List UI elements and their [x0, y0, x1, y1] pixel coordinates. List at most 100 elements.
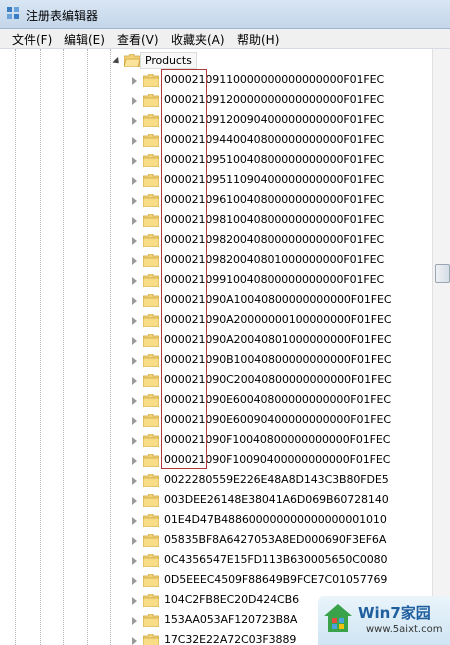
tree-node[interactable]: 01E4D47B488600000000000000001010	[0, 511, 432, 531]
folder-icon	[143, 614, 159, 627]
folder-open-icon	[124, 54, 140, 67]
menu-edit[interactable]: 编辑(E)	[62, 31, 107, 48]
tree-node[interactable]: 000021090E60090400000000000F01FEC	[0, 411, 432, 431]
vertical-scrollbar[interactable]	[432, 49, 450, 645]
tree-node[interactable]: 00002109510040800000000000F01FEC	[0, 151, 432, 171]
tree-node[interactable]: 000021090A10040800000000000F01FEC	[0, 291, 432, 311]
tree-node[interactable]: 000021090C20040800000000000F01FEC	[0, 371, 432, 391]
expand-arrow-icon[interactable]	[132, 597, 137, 605]
expand-arrow-icon[interactable]	[132, 477, 137, 485]
tree-node-label: 000021090E60040800000000000F01FEC	[164, 393, 391, 406]
folder-icon	[143, 394, 159, 407]
expand-arrow-icon[interactable]	[132, 277, 137, 285]
expand-arrow-icon[interactable]	[132, 97, 137, 105]
tree-node-label: 00002109810040800000000000F01FEC	[164, 213, 385, 226]
scroll-thumb[interactable]	[435, 264, 450, 283]
tree-node[interactable]: 00002109810040800000000000F01FEC	[0, 211, 432, 231]
tree-node[interactable]: 0D5EEEC4509F88649B9FCE7C01057769	[0, 571, 432, 591]
tree-node-label: 00002109120000000000000000F01FEC	[164, 93, 385, 106]
expand-arrow-icon[interactable]	[132, 177, 137, 185]
folder-icon	[143, 414, 159, 427]
watermark-url: www.5aixt.com	[366, 624, 443, 635]
tree-node-label: 0022280559E226E48A8D143C3B80FDE5	[164, 473, 389, 486]
tree-node[interactable]: 003DEE26148E38041A6D069B60728140	[0, 491, 432, 511]
tree-node[interactable]: 00002109110000000000000000F01FEC	[0, 71, 432, 91]
expand-arrow-icon[interactable]	[132, 217, 137, 225]
expand-arrow-icon[interactable]	[132, 137, 137, 145]
expand-arrow-icon[interactable]	[132, 317, 137, 325]
watermark-badge: Win7家园 www.5aixt.com	[318, 596, 450, 645]
expand-arrow-icon[interactable]	[132, 377, 137, 385]
tree-node[interactable]: 00002109820040801000000000F01FEC	[0, 251, 432, 271]
tree-node[interactable]: 05835BF8A6427053A8ED000690F3EF6A	[0, 531, 432, 551]
window-title: 注册表编辑器	[26, 9, 99, 23]
expand-arrow-icon[interactable]	[132, 257, 137, 265]
tree-node-label: 01E4D47B488600000000000000001010	[164, 513, 387, 526]
folder-icon	[143, 154, 159, 167]
menu-help[interactable]: 帮助(H)	[235, 31, 281, 48]
tree-node[interactable]: 00002109610040800000000000F01FEC	[0, 191, 432, 211]
folder-icon	[143, 494, 159, 507]
tree-node-label: 000021090B10040800000000000F01FEC	[164, 353, 392, 366]
expand-arrow-icon[interactable]	[132, 337, 137, 345]
tree-node[interactable]: 00002109511090400000000000F01FEC	[0, 171, 432, 191]
tree-node-label: 0D5EEEC4509F88649B9FCE7C01057769	[164, 573, 388, 586]
folder-icon	[143, 354, 159, 367]
tree-node-label: 000021090F10090400000000000F01FEC	[164, 453, 391, 466]
menu-view[interactable]: 查看(V)	[115, 31, 161, 48]
tree-node-label: 000021090A20000000100000000F01FEC	[164, 313, 392, 326]
expand-arrow-icon[interactable]	[132, 617, 137, 625]
folder-icon	[143, 94, 159, 107]
expand-arrow-icon[interactable]	[132, 397, 137, 405]
expand-arrow-icon[interactable]	[132, 457, 137, 465]
folder-icon	[143, 434, 159, 447]
folder-icon	[143, 634, 159, 645]
expand-arrow-icon[interactable]	[132, 577, 137, 585]
win7-logo-icon	[324, 604, 352, 632]
tree-node[interactable]: 0022280559E226E48A8D143C3B80FDE5	[0, 471, 432, 491]
expand-arrow-icon[interactable]	[132, 557, 137, 565]
expand-arrow-icon[interactable]	[132, 417, 137, 425]
expand-arrow-icon[interactable]	[132, 437, 137, 445]
tree-node[interactable]: 000021090F10040800000000000F01FEC	[0, 431, 432, 451]
tree-node[interactable]: 0C4356547E15FD113B630005650C0080	[0, 551, 432, 571]
collapse-arrow-icon[interactable]	[112, 56, 122, 67]
tree-node-label: 000021090F10040800000000000F01FEC	[164, 433, 391, 446]
expand-arrow-icon[interactable]	[132, 517, 137, 525]
expand-arrow-icon[interactable]	[132, 497, 137, 505]
tree-node-products[interactable]: Products	[0, 51, 432, 71]
tree-node[interactable]: 00002109120090400000000000F01FEC	[0, 111, 432, 131]
tree-node[interactable]: 00002109120000000000000000F01FEC	[0, 91, 432, 111]
expand-arrow-icon[interactable]	[132, 637, 137, 645]
expand-arrow-icon[interactable]	[132, 357, 137, 365]
tree-node-label: 00002109511090400000000000F01FEC	[164, 173, 385, 186]
tree-node-label: 104C2FB8EC20D424CB6	[164, 593, 299, 606]
tree-node-label: 000021090A10040800000000000F01FEC	[164, 293, 392, 306]
folder-icon	[143, 594, 159, 607]
tree-node[interactable]: 00002109820040800000000000F01FEC	[0, 231, 432, 251]
tree-node[interactable]: 000021090A20000000100000000F01FEC	[0, 311, 432, 331]
expand-arrow-icon[interactable]	[132, 297, 137, 305]
tree-node[interactable]: 00002109910040800000000000F01FEC	[0, 271, 432, 291]
folder-icon	[143, 514, 159, 527]
tree-node[interactable]: 000021090F10090400000000000F01FEC	[0, 451, 432, 471]
expand-arrow-icon[interactable]	[132, 237, 137, 245]
tree-node[interactable]: 00002109440040800000000000F01FEC	[0, 131, 432, 151]
tree-node[interactable]: 000021090B10040800000000000F01FEC	[0, 351, 432, 371]
tree-node-label: 00002109820040800000000000F01FEC	[164, 233, 385, 246]
expand-arrow-icon[interactable]	[132, 197, 137, 205]
expand-arrow-icon[interactable]	[132, 77, 137, 85]
expand-arrow-icon[interactable]	[132, 537, 137, 545]
tree-node[interactable]: 000021090A20040801000000000F01FEC	[0, 331, 432, 351]
expand-arrow-icon[interactable]	[132, 117, 137, 125]
tree-node[interactable]: 000021090E60040800000000000F01FEC	[0, 391, 432, 411]
registry-tree-pane[interactable]: Products 00002109110000000000000000F01FE…	[0, 49, 432, 645]
menu-favorites[interactable]: 收藏夹(A)	[169, 31, 227, 48]
registry-editor-icon	[7, 7, 19, 19]
tree-node-label: 0C4356547E15FD113B630005650C0080	[164, 553, 388, 566]
expand-arrow-icon[interactable]	[132, 157, 137, 165]
tree-node-label: 003DEE26148E38041A6D069B60728140	[164, 493, 389, 506]
tree-node-label: 000021090C20040800000000000F01FEC	[164, 373, 392, 386]
menu-file[interactable]: 文件(F)	[10, 31, 54, 48]
folder-icon	[143, 194, 159, 207]
